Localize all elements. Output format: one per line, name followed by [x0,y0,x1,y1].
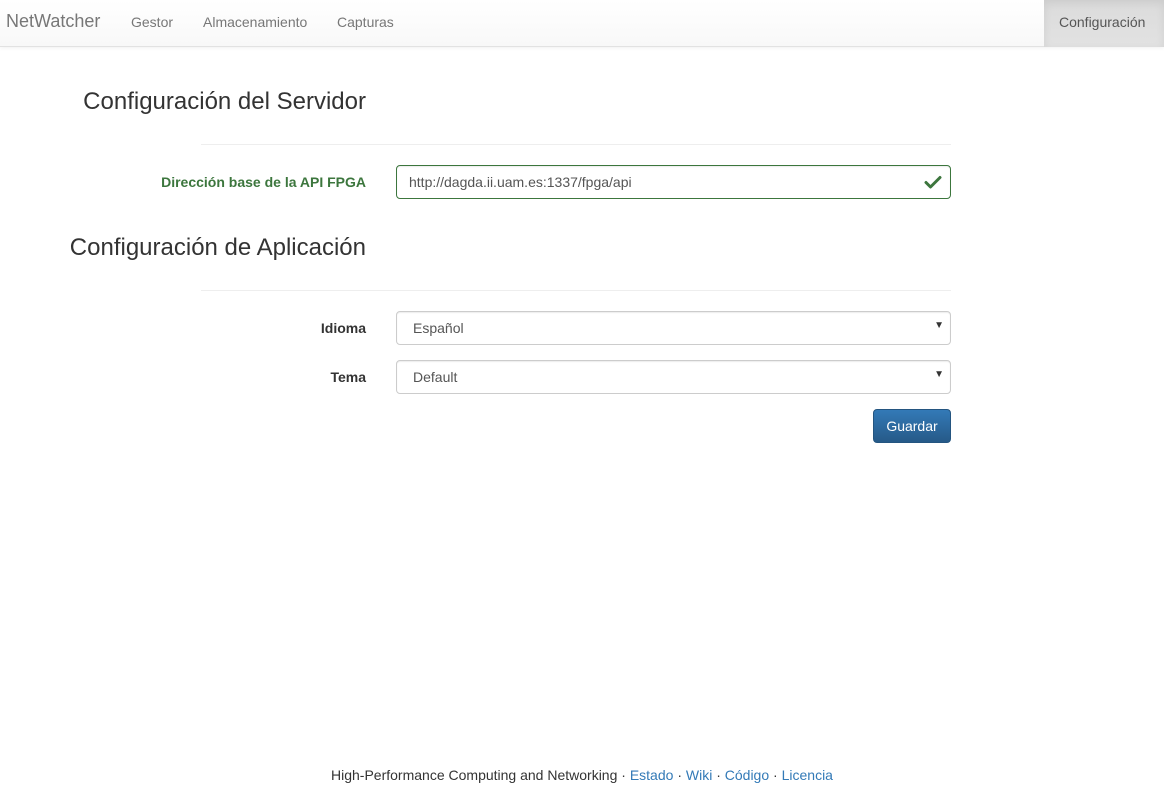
nav-item-capturas[interactable]: Capturas [337,14,394,30]
footer-link-licencia[interactable]: Licencia [782,767,833,783]
nav-item-configuracion[interactable]: Configuración [1044,0,1164,47]
footer: High-Performance Computing and Networkin… [0,767,1164,783]
footer-text: High-Performance Computing and Networkin… [331,767,618,783]
footer-link-wiki[interactable]: Wiki [686,767,712,783]
nav-item-gestor[interactable]: Gestor [131,14,173,30]
footer-separator: · [677,767,682,783]
save-button[interactable]: Guardar [873,409,951,443]
caret-down-icon: ▼ [934,320,944,331]
top-navbar: NetWatcher Gestor Almacenamiento Captura… [0,0,1164,47]
language-label: Idioma [320,320,366,336]
divider [201,290,951,291]
divider [201,144,951,145]
caret-down-icon: ▼ [934,369,944,380]
footer-link-codigo[interactable]: Código [725,767,769,783]
language-select-value: Español [413,320,464,336]
nav-item-configuracion-label: Configuración [1059,14,1146,30]
brand-link[interactable]: NetWatcher [6,11,100,32]
language-select[interactable]: Español ▼ [396,311,951,345]
api-base-input[interactable] [396,165,951,199]
footer-separator: · [621,767,626,783]
theme-select-value: Default [413,369,458,385]
nav-item-almacenamiento[interactable]: Almacenamiento [203,14,307,30]
app-section-title: Configuración de Aplicación [69,234,366,261]
theme-select[interactable]: Default ▼ [396,360,951,394]
footer-separator: · [716,767,721,783]
server-section-title: Configuración del Servidor [83,88,366,115]
theme-label: Tema [330,369,366,385]
footer-separator: · [773,767,778,783]
check-icon [924,176,942,189]
footer-link-estado[interactable]: Estado [630,767,674,783]
api-base-label: Dirección base de la API FPGA [161,174,366,190]
